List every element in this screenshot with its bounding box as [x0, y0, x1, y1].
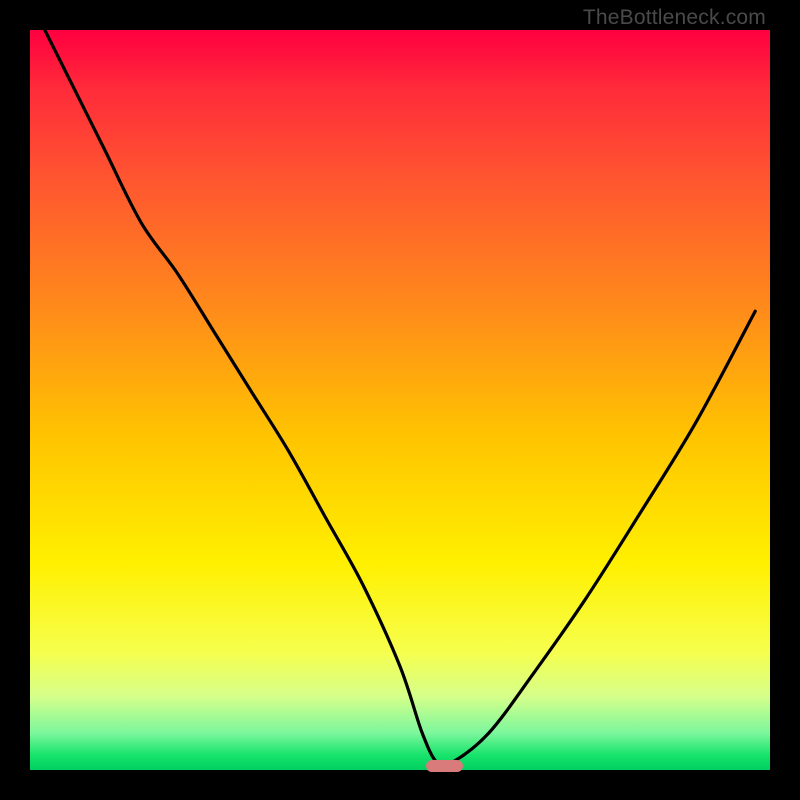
chart-frame: TheBottleneck.com — [0, 0, 800, 800]
optimum-marker — [426, 760, 463, 772]
watermark-text: TheBottleneck.com — [583, 6, 766, 30]
bottleneck-curve — [30, 30, 770, 770]
